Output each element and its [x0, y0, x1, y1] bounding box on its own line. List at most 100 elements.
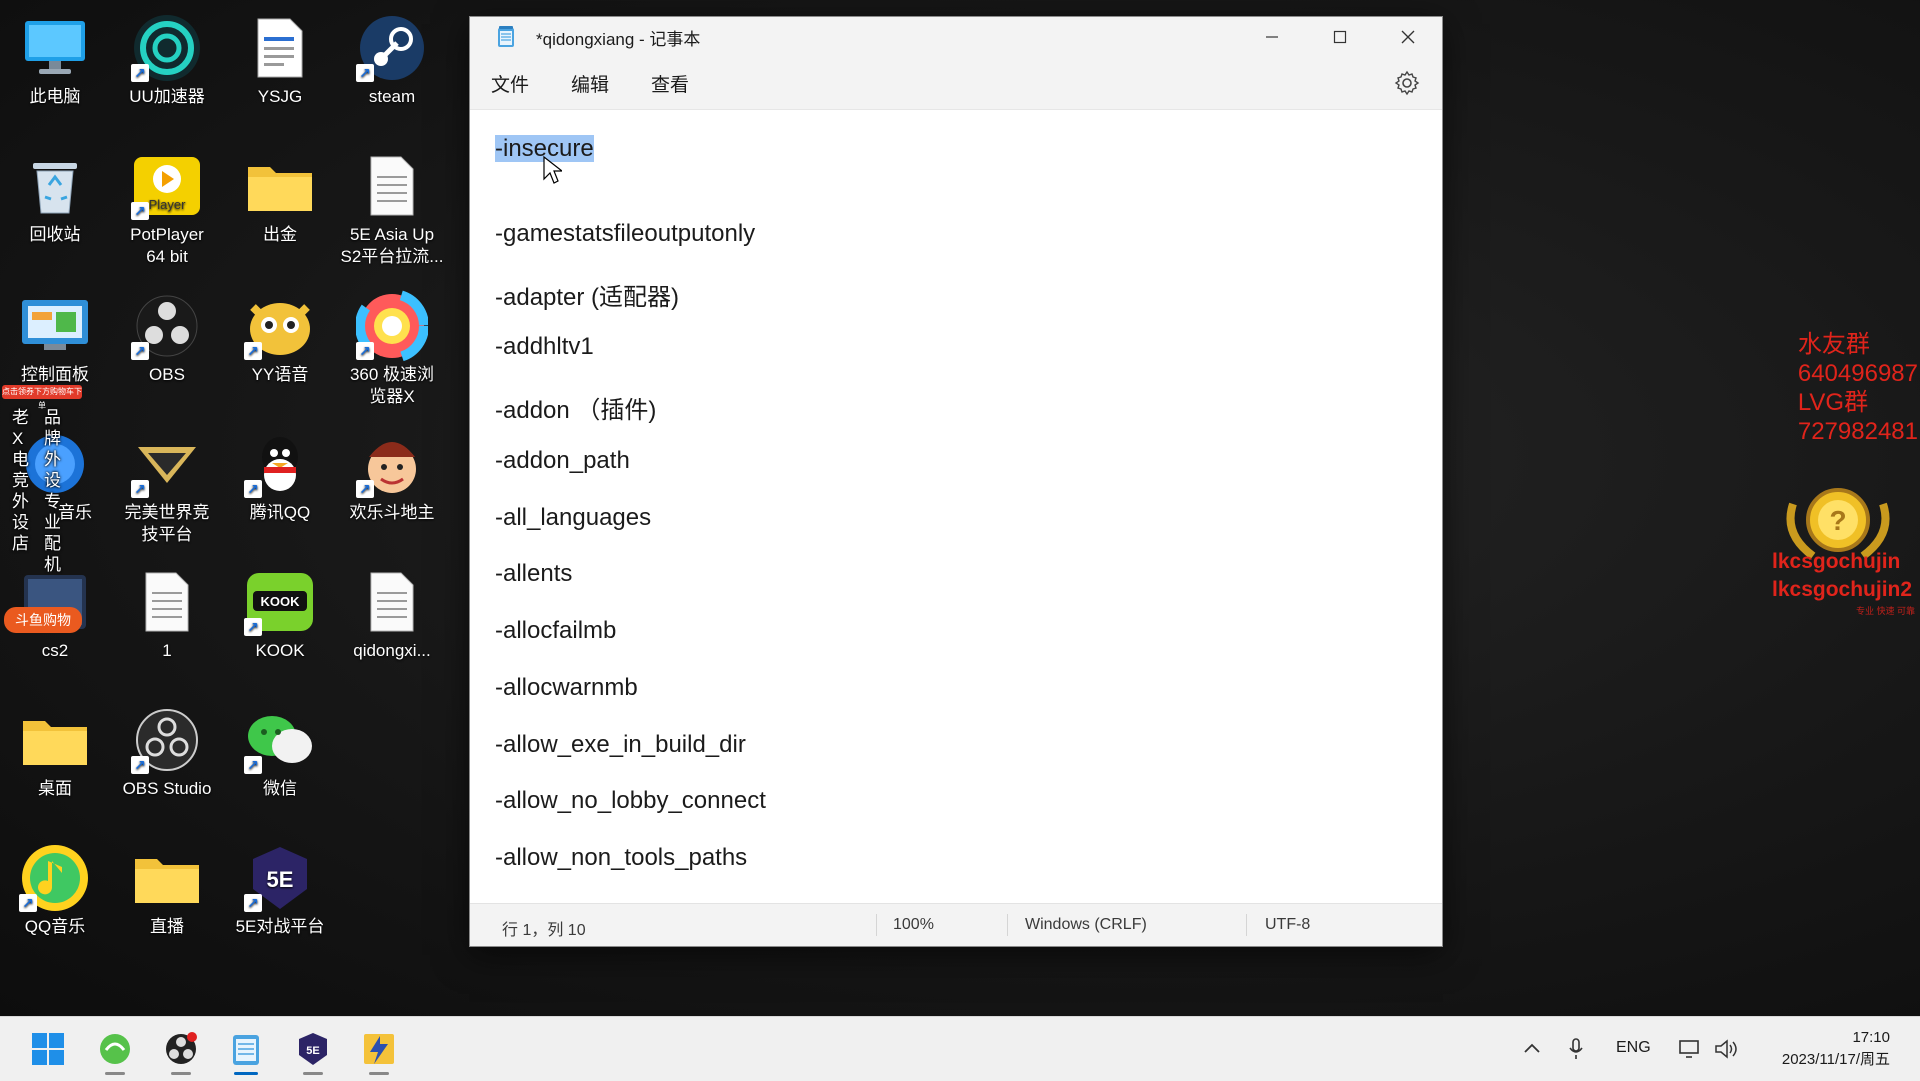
- taskbar-app-obs[interactable]: [161, 1029, 201, 1075]
- taskbar-app-game[interactable]: [359, 1029, 399, 1075]
- folder-icon: [17, 704, 93, 776]
- desktop-icon-5e-asia-up[interactable]: 5E Asia Up S2平台拉流...: [337, 150, 447, 268]
- start-button[interactable]: [28, 1029, 68, 1069]
- notepad-window[interactable]: *qidongxiang - 记事本 文件 编辑 查看 -insecure -g…: [469, 16, 1443, 947]
- line-ending[interactable]: Windows (CRLF): [1025, 916, 1147, 934]
- desktop-icon-qidongxiang[interactable]: qidongxi...: [337, 566, 447, 662]
- clock-time: 17:10: [1852, 1029, 1890, 1046]
- editor-line[interactable]: -addhltv1: [495, 333, 594, 361]
- editor-line[interactable]: -allow_exe_in_build_dir: [495, 731, 746, 759]
- editor-line[interactable]: -addon_path: [495, 447, 630, 475]
- desktop-icon-5e-platform[interactable]: 5E ↗ 5E对战平台: [225, 842, 335, 938]
- desktop-icon-potplayer[interactable]: Player ↗ PotPlayer 64 bit: [112, 150, 222, 268]
- editor-line[interactable]: -gamestatsfileoutputonly: [495, 220, 755, 248]
- text-editor[interactable]: -insecure -gamestatsfileoutputonly -adap…: [470, 111, 1442, 904]
- desktop-icon-uu-accelerator[interactable]: ↗ UU加速器: [112, 12, 222, 108]
- desktop-icon-yy[interactable]: ↗ YY语音: [225, 290, 335, 386]
- cursor-position: 行 1，列 10: [502, 922, 586, 939]
- potplayer-icon: Player ↗: [129, 150, 205, 222]
- editor-line[interactable]: -allocfailmb: [495, 617, 616, 645]
- desktop-icon-obs-studio[interactable]: ↗ OBS Studio: [112, 704, 222, 800]
- system-clock[interactable]: 17:10 2023/11/17/周五: [1782, 1027, 1890, 1071]
- desktop-icon-perfect-world[interactable]: ↗ 完美世界竞 技平台: [112, 428, 222, 546]
- desktop-icon-qq-music[interactable]: ↗ QQ音乐: [0, 842, 110, 938]
- perfect-world-icon: ↗: [129, 428, 205, 500]
- desktop-icon-control-panel[interactable]: 控制面板: [0, 290, 110, 386]
- shortcut-arrow-icon: ↗: [131, 480, 149, 498]
- desktop-icon-steam[interactable]: ↗ steam: [337, 12, 447, 108]
- desktop-icon-file-1[interactable]: 1: [112, 566, 222, 662]
- title-bar[interactable]: *qidongxiang - 记事本: [470, 17, 1442, 57]
- minimize-button[interactable]: [1238, 17, 1306, 57]
- settings-gear-icon[interactable]: [1394, 70, 1420, 96]
- editor-line[interactable]: -all_languages: [495, 504, 651, 532]
- zoom-level[interactable]: 100%: [893, 916, 934, 934]
- desktop-icon-recycle-bin[interactable]: 回收站: [0, 150, 110, 246]
- shortcut-arrow-icon: ↗: [356, 64, 374, 82]
- taskbar-app-douyu[interactable]: [95, 1029, 135, 1075]
- menu-file[interactable]: 文件: [470, 70, 550, 97]
- promo-store-name: 老X电竞外设店: [12, 408, 29, 553]
- chevron-up-icon[interactable]: [1523, 1041, 1541, 1055]
- desktop-icon-label: cs2: [41, 641, 69, 660]
- window-controls: [1238, 17, 1442, 57]
- editor-line[interactable]: -allow_non_tools_paths: [495, 844, 747, 872]
- status-divider: [876, 914, 877, 936]
- menu-bar: 文件 编辑 查看: [470, 57, 1442, 110]
- desktop-icon-obs[interactable]: ↗ OBS: [112, 290, 222, 386]
- network-icon[interactable]: [1678, 1039, 1702, 1059]
- landlord-character-icon: ↗: [354, 428, 430, 500]
- editor-line[interactable]: -addon （插件): [495, 390, 656, 425]
- desktop-icon-360-browser[interactable]: ↗ 360 极速浏 览器X: [337, 290, 447, 408]
- desktop-icon-live-folder[interactable]: 直播: [112, 842, 222, 938]
- douyu-shop-badge[interactable]: 斗鱼购物: [4, 607, 82, 633]
- kook-icon: KOOK ↗: [242, 566, 318, 638]
- qq-penguin-icon: ↗: [242, 428, 318, 500]
- text-file-icon: [354, 150, 430, 222]
- input-language[interactable]: ENG: [1616, 1039, 1651, 1057]
- lightning-app-icon: [364, 1034, 394, 1064]
- svg-text:5E: 5E: [306, 1045, 319, 1057]
- taskbar: 5E ENG 17:10 2023/11/17/周五: [0, 1016, 1920, 1081]
- desktop-icon-label: PotPlayer 64 bit: [130, 225, 204, 266]
- editor-line[interactable]: -allents: [495, 560, 572, 588]
- wechat-icon: ↗: [242, 704, 318, 776]
- svg-text:5E: 5E: [267, 867, 294, 892]
- desktop-icon-label: 微信: [263, 779, 297, 798]
- file-encoding[interactable]: UTF-8: [1265, 916, 1310, 934]
- desktop-icon-happy-landlord[interactable]: ↗ 欢乐斗地主: [337, 428, 447, 524]
- desktop-icon-label: 回收站: [29, 225, 81, 244]
- desktop-icon-chujin-folder[interactable]: 出金: [225, 150, 335, 246]
- obs-icon: [166, 1032, 197, 1064]
- shortcut-arrow-icon: ↗: [131, 202, 149, 220]
- editor-line[interactable]: -allocwarnmb: [495, 674, 638, 702]
- desktop-icon-tencent-qq[interactable]: ↗ 腾讯QQ: [225, 428, 335, 524]
- taskbar-indicator: [303, 1072, 323, 1075]
- desktop-icon-ysjg[interactable]: YSJG: [225, 12, 335, 108]
- maximize-button[interactable]: [1306, 17, 1374, 57]
- desktop-icon-this-pc[interactable]: 此电脑: [0, 12, 110, 108]
- taskbar-app-notepad[interactable]: [226, 1029, 266, 1075]
- desktop-icon-label: 1: [162, 641, 172, 660]
- taskbar-app-5e[interactable]: 5E: [293, 1029, 333, 1075]
- shortcut-arrow-icon: ↗: [131, 64, 149, 82]
- fan-group-number: 640496987: [1797, 360, 1918, 387]
- volume-icon[interactable]: [1714, 1039, 1740, 1059]
- desktop-icon-wechat[interactable]: ↗ 微信: [225, 704, 335, 800]
- desktop-icon-desktop-folder[interactable]: 桌面: [0, 704, 110, 800]
- editor-line[interactable]: -adapter (适配器): [495, 277, 679, 312]
- menu-edit[interactable]: 编辑: [550, 70, 630, 97]
- close-button[interactable]: [1374, 17, 1442, 57]
- desktop-icon-label: 直播: [150, 917, 184, 936]
- promo-store-slogan: 品牌外设专业配机: [44, 408, 61, 574]
- lvg-group-label: LVG群: [1797, 389, 1869, 416]
- green-app-icon: [100, 1034, 130, 1064]
- microphone-icon[interactable]: [1568, 1037, 1584, 1061]
- editor-line[interactable]: -allow_no_lobby_connect: [495, 787, 766, 815]
- desktop-icon-kook[interactable]: KOOK ↗ KOOK: [225, 566, 335, 662]
- uu-accelerator-icon: ↗: [129, 12, 205, 84]
- menu-view[interactable]: 查看: [630, 70, 710, 97]
- store-promo-overlay[interactable]: 点击领券下方购物车下单 老X电竞外设店 品牌外设专业配机 斗鱼购物: [0, 385, 82, 633]
- maximize-icon: [1333, 30, 1347, 44]
- shortcut-arrow-icon: ↗: [244, 894, 262, 912]
